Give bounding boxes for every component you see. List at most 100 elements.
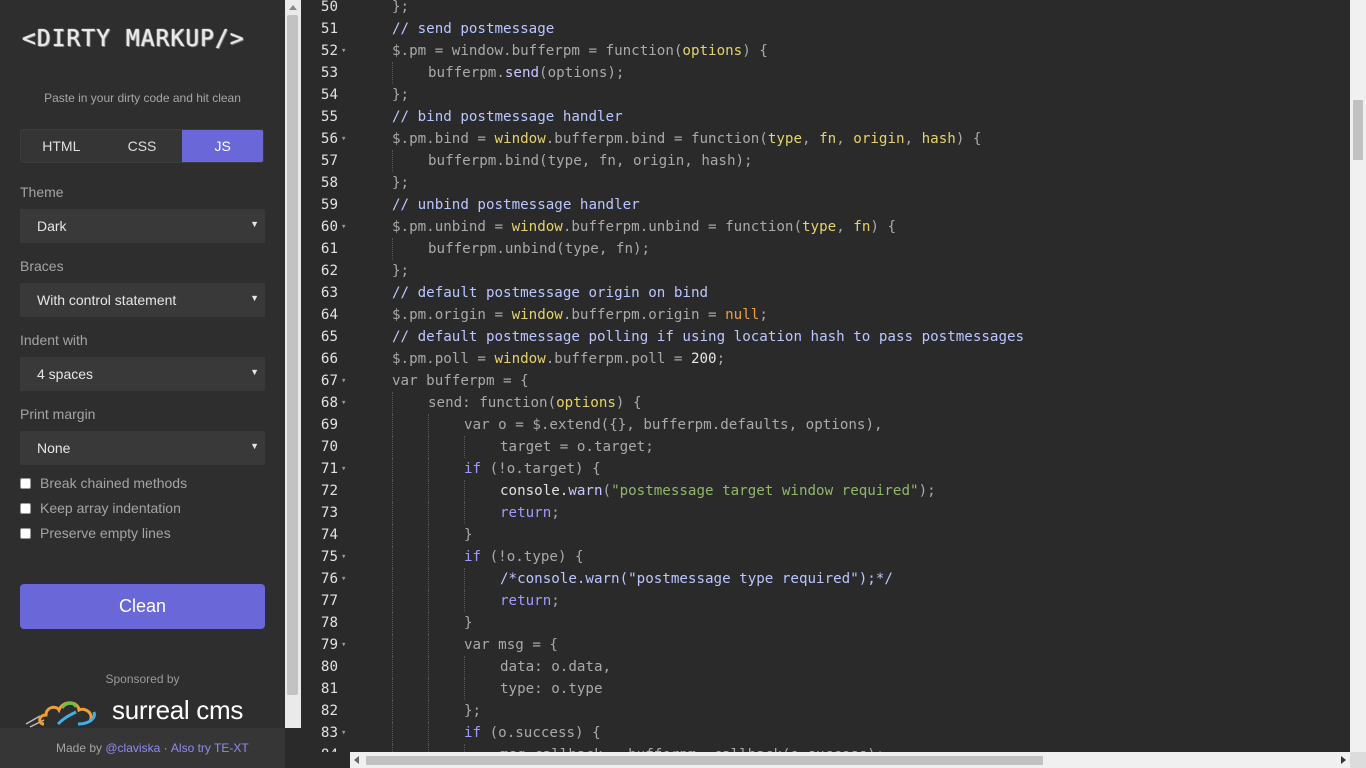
code-line[interactable]: 55 // bind postmessage handler	[301, 106, 1350, 128]
code-line[interactable]: 56 ▾ $.pm.bind = window.bufferpm.bind = fu…	[301, 128, 1350, 150]
sponsor-link[interactable]: surreal cms	[24, 693, 269, 728]
code-line[interactable]: 80 data: o.data,	[301, 656, 1350, 678]
scrollbar-thumb[interactable]	[287, 15, 298, 695]
code-line[interactable]: 67 ▾ var bufferpm = {	[301, 370, 1350, 392]
fold-arrow-icon[interactable]: ▾	[341, 634, 346, 656]
braces-select[interactable]: With control statement ▼	[20, 283, 265, 317]
indent-guide	[464, 568, 465, 590]
indent-guide	[392, 590, 393, 612]
indent-guide	[392, 62, 393, 84]
checkbox-label: Break chained methods	[40, 475, 188, 491]
code-text: return;	[500, 505, 560, 521]
braces-value: With control statement	[37, 292, 177, 308]
code-editor[interactable]: 50}; 51// send postmessage 52 ▾ $.pm = windo…	[301, 0, 1350, 752]
indent-value: 4 spaces	[37, 366, 94, 382]
code-line[interactable]: 84 msg.callback = bufferpm._callback(o.su…	[301, 744, 1350, 752]
checkbox-box[interactable]	[20, 527, 31, 539]
code-line[interactable]: 76 ▾ /*console.warn("postmessage type requ…	[301, 568, 1350, 590]
keep-array-indentation-checkbox[interactable]: Keep array indentation	[20, 500, 181, 516]
line-number: 62	[320, 263, 338, 279]
scroll-left-arrow-icon[interactable]	[354, 756, 359, 764]
checkbox-box[interactable]	[20, 477, 31, 489]
code-line[interactable]: 71 ▾ if (!o.target) {	[301, 458, 1350, 480]
line-number: 60	[320, 219, 338, 235]
sponsor-name: surreal cms	[112, 695, 244, 725]
code-line[interactable]: 69 var o = $.extend({}, bufferpm.defaults…	[301, 414, 1350, 436]
code-line[interactable]: 57 bufferpm.bind(type, fn, origin, hash);	[301, 150, 1350, 172]
line-number: 83	[320, 725, 338, 741]
indent-label: Indent with	[20, 332, 88, 348]
code-text: var bufferpm = {	[392, 373, 529, 389]
line-number: 59	[320, 197, 338, 213]
code-line[interactable]: 59 // unbind postmessage handler	[301, 194, 1350, 216]
editor-vertical-scrollbar[interactable]	[1350, 0, 1366, 752]
break-chained-methods-checkbox[interactable]: Break chained methods	[20, 475, 187, 491]
fold-arrow-icon[interactable]: ▾	[341, 546, 346, 568]
scrollbar-thumb[interactable]	[366, 756, 1043, 765]
scrollbar-thumb[interactable]	[1353, 100, 1363, 160]
code-text: $.pm = window.bufferpm = function(option…	[392, 43, 768, 59]
author-link[interactable]: @claviska	[105, 741, 160, 755]
scroll-up-arrow-icon[interactable]	[289, 5, 297, 10]
code-line[interactable]: 58};	[301, 172, 1350, 194]
scroll-right-arrow-icon[interactable]	[1341, 756, 1346, 764]
also-try-link[interactable]: Also try TE-XT	[171, 741, 249, 755]
theme-select[interactable]: Dark ▼	[20, 209, 265, 243]
indent-select[interactable]: 4 spaces ▼	[20, 357, 265, 391]
fold-arrow-icon[interactable]: ▾	[341, 370, 346, 392]
code-line[interactable]: 82};	[301, 700, 1350, 722]
code-line[interactable]: 68 ▾ send: function(options) {	[301, 392, 1350, 414]
code-line[interactable]: 64 $.pm.origin = window.bufferpm.origin =…	[301, 304, 1350, 326]
code-line[interactable]: 60 ▾ $.pm.unbind = window.bufferpm.unbind …	[301, 216, 1350, 238]
fold-arrow-icon[interactable]: ▾	[341, 722, 346, 744]
code-line[interactable]: 81 type: o.type	[301, 678, 1350, 700]
code-line[interactable]: 72 console.warn("postmessage target windo…	[301, 480, 1350, 502]
preserve-empty-lines-checkbox[interactable]: Preserve empty lines	[20, 525, 171, 541]
language-tabs: HTML CSS JS	[20, 129, 264, 163]
code-line[interactable]: 54};	[301, 84, 1350, 106]
fold-arrow-icon[interactable]: ▾	[341, 458, 346, 480]
code-line[interactable]: 79 ▾ var msg = {	[301, 634, 1350, 656]
code-line[interactable]: 52 ▾ $.pm = window.bufferpm = function(opt…	[301, 40, 1350, 62]
code-line[interactable]: 77 return;	[301, 590, 1350, 612]
tab-js[interactable]: JS	[182, 130, 263, 162]
indent-guide	[392, 744, 393, 752]
code-line[interactable]: 53 bufferpm.send(options);	[301, 62, 1350, 84]
code-line[interactable]: 50};	[301, 0, 1350, 18]
code-line[interactable]: 62};	[301, 260, 1350, 282]
code-line[interactable]: 70 target = o.target;	[301, 436, 1350, 458]
fold-arrow-icon[interactable]: ▾	[341, 216, 346, 238]
line-number: 55	[320, 109, 338, 125]
indent-guide	[392, 656, 393, 678]
logo[interactable]: <DIRTY MARKUP/>	[22, 26, 274, 66]
tab-html[interactable]: HTML	[21, 130, 102, 162]
code-line[interactable]: 51 // send postmessage	[301, 18, 1350, 40]
fold-arrow-icon[interactable]: ▾	[341, 392, 346, 414]
code-line[interactable]: 63 // default postmessage origin on bind	[301, 282, 1350, 304]
code-line[interactable]: 78}	[301, 612, 1350, 634]
editor-horizontal-scrollbar[interactable]	[350, 752, 1350, 768]
code-line[interactable]: 75 ▾ if (!o.type) {	[301, 546, 1350, 568]
print-margin-select[interactable]: None ▼	[20, 431, 265, 465]
line-number: 51	[320, 21, 338, 37]
code-line[interactable]: 61 bufferpm.unbind(type, fn);	[301, 238, 1350, 260]
indent-guide	[392, 458, 393, 480]
indent-guide	[428, 458, 429, 480]
line-number: 70	[320, 439, 338, 455]
sidebar-scrollbar[interactable]	[285, 0, 301, 728]
code-line[interactable]: 74}	[301, 524, 1350, 546]
code-line[interactable]: 83 ▾ if (o.success) {	[301, 722, 1350, 744]
fold-arrow-icon[interactable]: ▾	[341, 568, 346, 590]
code-line[interactable]: 65 // default postmessage polling if usin…	[301, 326, 1350, 348]
clean-button[interactable]: Clean	[20, 584, 265, 629]
indent-guide	[428, 568, 429, 590]
checkbox-box[interactable]	[20, 502, 31, 514]
fold-arrow-icon[interactable]: ▾	[341, 128, 346, 150]
code-line[interactable]: 66 $.pm.poll = window.bufferpm.poll = 200…	[301, 348, 1350, 370]
tab-css[interactable]: CSS	[102, 130, 183, 162]
line-number: 84	[301, 744, 338, 752]
fold-arrow-icon[interactable]: ▾	[341, 40, 346, 62]
code-line[interactable]: 73 return;	[301, 502, 1350, 524]
dropdown-arrow-icon: ▼	[250, 219, 259, 229]
print-margin-label: Print margin	[20, 406, 96, 422]
